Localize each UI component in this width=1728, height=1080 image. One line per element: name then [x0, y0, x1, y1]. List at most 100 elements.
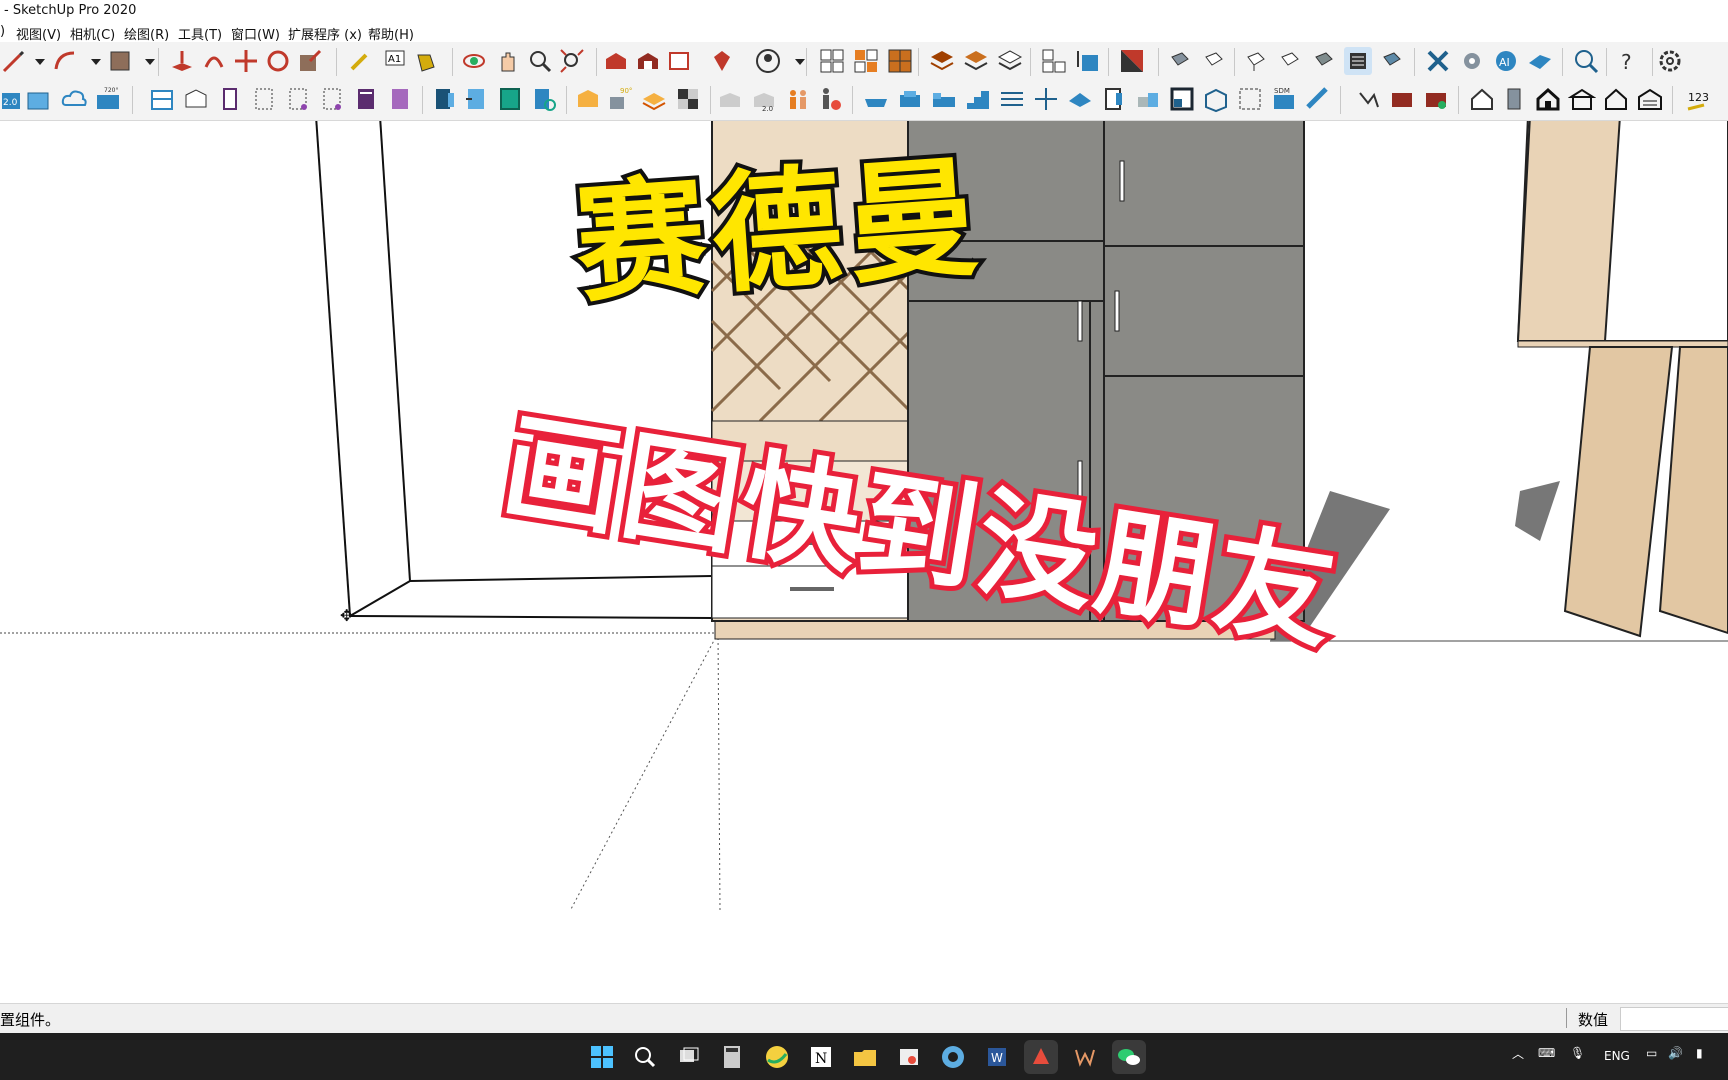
plane-icon[interactable] [1066, 85, 1094, 113]
menu-camera[interactable]: 相机(C) [70, 24, 115, 43]
microphone-icon[interactable]: 🎙 [1570, 1046, 1585, 1060]
arc-icon[interactable] [52, 47, 80, 75]
word-icon[interactable]: W [980, 1040, 1014, 1074]
shaded-icon[interactable] [1242, 47, 1270, 75]
axis-icon[interactable] [1032, 85, 1060, 113]
shaded-textures-icon[interactable] [1276, 47, 1304, 75]
rotate-icon[interactable] [264, 47, 292, 75]
dropdown-arrow-icon[interactable] [136, 47, 155, 75]
room-icon[interactable] [1168, 85, 1196, 113]
follow-me-icon[interactable] [200, 47, 228, 75]
ruler-icon[interactable] [1304, 85, 1332, 113]
views-grid-icon[interactable] [818, 47, 846, 75]
calculator-icon[interactable] [715, 1040, 749, 1074]
dropdown-arrow-icon[interactable] [26, 47, 45, 75]
dropdown-arrow-icon[interactable] [786, 47, 805, 75]
scale-icon[interactable] [296, 47, 324, 75]
start-icon[interactable] [585, 1040, 619, 1074]
menu-tools[interactable]: 工具(T) [178, 24, 222, 43]
views-color-icon[interactable] [852, 47, 880, 75]
rotate-90-icon[interactable]: 90° [606, 85, 634, 113]
wechat-icon[interactable] [1112, 1040, 1146, 1074]
menu-view[interactable]: 视图(V) [16, 24, 61, 43]
battery-icon[interactable]: ▮ [1696, 1046, 1703, 1060]
panorama-720-icon[interactable]: 720° [94, 85, 122, 113]
bed-icon[interactable] [930, 85, 958, 113]
menu-extensions[interactable]: 扩展程序 (x) [288, 24, 362, 43]
notion-icon[interactable]: N [804, 1040, 838, 1074]
extension-warehouse-icon[interactable] [634, 47, 662, 75]
tape-measure-icon[interactable] [346, 47, 374, 75]
shape-icon[interactable] [106, 47, 134, 75]
measurements-input[interactable] [1620, 1007, 1728, 1031]
layers-stack-icon[interactable] [962, 47, 990, 75]
hidden-line-icon[interactable] [1200, 47, 1228, 75]
model-viewport[interactable]: ✥ 赛德曼 画图快到没朋友 [0, 121, 1728, 1003]
zoom-extents-icon[interactable] [558, 47, 586, 75]
warehouse-icon[interactable] [602, 47, 630, 75]
boxes-icon[interactable] [1134, 85, 1162, 113]
browser-icon[interactable] [936, 1040, 970, 1074]
stack-material-icon[interactable] [640, 85, 668, 113]
style-blue-icon[interactable] [1378, 47, 1406, 75]
furniture-panel-icon[interactable] [216, 85, 244, 113]
ruby-icon[interactable] [708, 47, 736, 75]
tray-chevron-icon[interactable]: ︿ [1512, 1045, 1524, 1062]
app-w-icon[interactable] [1068, 1040, 1102, 1074]
house-3d-icon[interactable] [1468, 85, 1496, 113]
house-outline-icon[interactable] [1602, 85, 1630, 113]
paint-bucket-icon[interactable] [412, 47, 440, 75]
align-icon[interactable] [998, 85, 1026, 113]
material-box-icon[interactable] [574, 85, 602, 113]
home-icon[interactable] [1534, 85, 1562, 113]
keyboard-icon[interactable]: ⌨ [1538, 1046, 1555, 1060]
gear-search-icon[interactable] [1458, 47, 1486, 75]
furniture-frame-icon[interactable] [250, 85, 278, 113]
bathtub-icon[interactable] [862, 85, 890, 113]
pan-icon[interactable] [494, 47, 522, 75]
solid-gray-icon[interactable] [716, 85, 744, 113]
wall-section-icon[interactable] [1100, 85, 1128, 113]
orbit-icon[interactable] [460, 47, 488, 75]
search-icon[interactable] [1572, 47, 1600, 75]
plugin-box-icon[interactable] [24, 85, 52, 113]
search-icon[interactable] [628, 1040, 662, 1074]
furniture-frame2-icon[interactable] [284, 85, 312, 113]
select-region-icon[interactable] [1236, 85, 1264, 113]
user-icon[interactable] [754, 47, 782, 75]
layers-outline-icon[interactable] [996, 47, 1024, 75]
roof-icon[interactable] [1568, 85, 1596, 113]
undo-path-icon[interactable] [1354, 85, 1382, 113]
cloud-icon[interactable] [60, 85, 88, 113]
person-remove-icon[interactable] [816, 85, 844, 113]
xray-icon[interactable] [1118, 47, 1146, 75]
photos-icon[interactable] [892, 1040, 926, 1074]
volume-icon[interactable]: 🔊 [1668, 1046, 1683, 1060]
pencil-icon[interactable] [0, 47, 28, 75]
menu-help[interactable]: 帮助(H) [368, 24, 414, 43]
furniture-solid-icon[interactable] [352, 85, 380, 113]
help-icon[interactable]: ? [1614, 47, 1642, 75]
material-red-icon[interactable] [1388, 85, 1416, 113]
sink-icon[interactable] [896, 85, 924, 113]
door-refresh-icon[interactable] [530, 85, 558, 113]
door-panel-icon[interactable] [430, 85, 458, 113]
people-icon[interactable] [784, 85, 812, 113]
solid-box-icon[interactable] [1074, 47, 1102, 75]
monochrome-icon[interactable] [1310, 47, 1338, 75]
solid-v2-icon[interactable]: 2.0 [750, 85, 778, 113]
cube-grid-icon[interactable] [1202, 85, 1230, 113]
door-slide-icon[interactable] [462, 85, 490, 113]
style-active-icon[interactable] [1344, 47, 1372, 75]
move-icon[interactable] [232, 47, 260, 75]
dropdown-arrow-icon[interactable] [82, 47, 101, 75]
file-explorer-icon[interactable] [848, 1040, 882, 1074]
task-view-icon[interactable] [672, 1040, 706, 1074]
language-indicator[interactable]: ENG [1604, 1049, 1630, 1063]
numbering-123-icon[interactable]: 123 [1684, 85, 1712, 113]
browser-360-icon[interactable] [760, 1040, 794, 1074]
wireframe-icon[interactable] [1166, 47, 1194, 75]
checker-icon[interactable] [674, 85, 702, 113]
push-pull-icon[interactable] [168, 47, 196, 75]
sandbox-icon[interactable] [1526, 47, 1554, 75]
